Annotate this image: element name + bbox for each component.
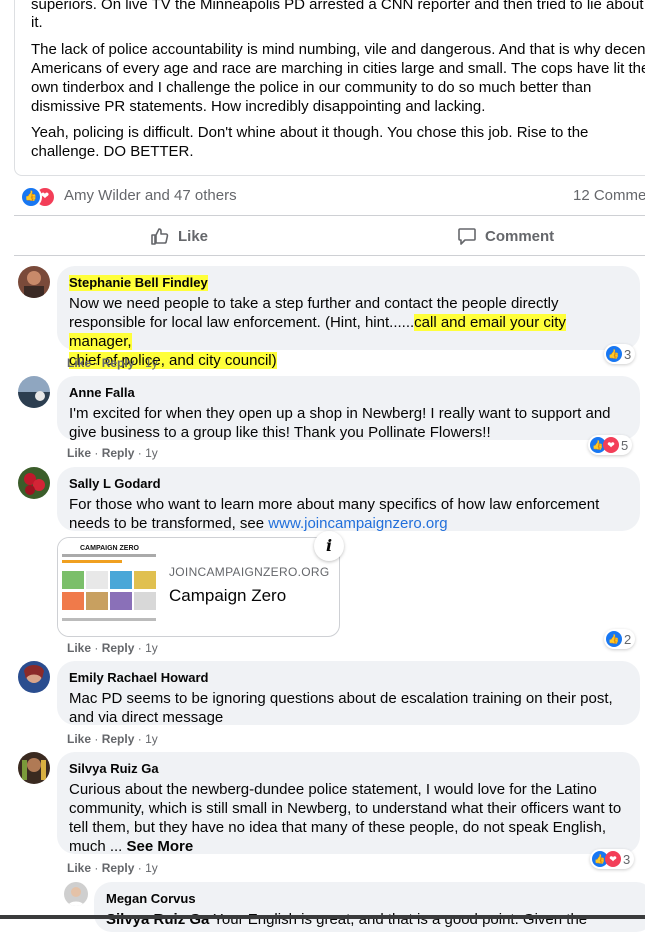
avatar[interactable]	[64, 882, 88, 906]
comment-like-link[interactable]: Like	[67, 732, 91, 746]
comment-line: community, which is still small in Newbe…	[69, 800, 622, 817]
divider	[14, 215, 645, 216]
comment-button[interactable]: Comment	[457, 218, 554, 254]
comment-bubble: Megan Corvus Silvya Ruiz Ga Your English…	[94, 882, 645, 932]
comment-text: Curious about the newberg-dundee police …	[69, 780, 628, 856]
link-preview-card[interactable]: CAMPAIGN ZERO JOINCAMPAIGNZERO.ORG Campa…	[57, 537, 340, 637]
comment-timestamp[interactable]: 1y	[145, 732, 158, 746]
comment-like-link[interactable]: Like	[67, 641, 91, 655]
comment-timestamp[interactable]: 1y	[145, 641, 158, 655]
comment-author[interactable]: Sally L Godard	[69, 476, 161, 492]
comment-bubble: Silvya Ruiz Ga Curious about the newberg…	[57, 752, 640, 856]
comment-line: Your English is great, and that is a goo…	[209, 911, 588, 928]
comment-reaction-count[interactable]: 👍 2	[604, 629, 636, 649]
reaction-icons: 👍 ❤	[20, 186, 60, 208]
avatar[interactable]	[18, 376, 50, 408]
comment-actions: Like · Reply · 1y	[67, 641, 158, 655]
comment-line: give business to a group like this! Than…	[69, 424, 491, 441]
love-reaction-icon: ❤	[605, 851, 621, 867]
comment-timestamp[interactable]: 1y	[145, 446, 158, 460]
comment-actions: Like · Reply · 1y	[67, 732, 158, 746]
see-more-link[interactable]: See More	[127, 838, 194, 855]
tagged-user[interactable]: Silvya Ruiz Ga	[106, 911, 209, 928]
comment-count[interactable]: 12 Comments	[573, 187, 645, 204]
comment-line: Curious about the newberg-dundee police …	[69, 781, 597, 798]
comment-line: needs to be transformed, see	[69, 515, 269, 532]
thumbs-up-icon	[151, 228, 169, 245]
comment-text: Silvya Ruiz Ga Your English is great, an…	[106, 910, 642, 929]
comment-reply-link[interactable]: Reply	[102, 861, 135, 875]
post-text-line: own tinderbox and I challenge the police…	[31, 79, 592, 96]
comment-author[interactable]: Anne Falla	[69, 385, 135, 401]
post-text-line: challenge. DO BETTER.	[31, 143, 194, 160]
comment-text: I'm excited for when they open up a shop…	[69, 404, 628, 442]
thumbnail-title: CAMPAIGN ZERO	[80, 545, 140, 552]
comment-like-link[interactable]: Like	[67, 356, 91, 370]
like-button[interactable]: Like	[150, 218, 208, 254]
avatar[interactable]	[18, 661, 50, 693]
comment-reaction-count[interactable]: 👍 3	[604, 344, 636, 364]
comment-line: much ...	[69, 838, 127, 855]
avatar[interactable]	[18, 467, 50, 499]
like-reaction-icon: 👍	[20, 186, 42, 208]
comment-actions: Like · Reply · 1y	[67, 356, 158, 370]
link-thumbnail: CAMPAIGN ZERO	[58, 538, 160, 636]
like-reaction-icon: 👍	[606, 346, 622, 362]
comment-line: tell them, but they have no idea that ma…	[69, 819, 607, 836]
post-text-line: Yeah, policing is difficult. Don't whine…	[31, 124, 589, 141]
comment-reaction-count[interactable]: 👍 ❤ 3	[590, 849, 635, 869]
comment-icon	[458, 228, 476, 245]
post-text-line: dismissive PR statements. How incredibly…	[31, 98, 486, 115]
comment-line: Now we need people to take a step furthe…	[69, 295, 559, 312]
bottom-edge-bar	[0, 915, 645, 919]
post-text-line: The lack of police accountability is min…	[31, 41, 645, 58]
info-icon[interactable]: i	[314, 531, 344, 561]
comment-bubble: Anne Falla I'm excited for when they ope…	[57, 376, 640, 442]
comment-like-link[interactable]: Like	[67, 861, 91, 875]
comment-line: and via direct message	[69, 709, 224, 726]
comment-reply-link[interactable]: Reply	[102, 446, 135, 460]
comment-actions: Like · Reply · 1y	[67, 446, 158, 460]
comment-reaction-count[interactable]: 👍 ❤ 5	[588, 435, 633, 455]
comment-bubble: Sally L Godard For those who want to lea…	[57, 467, 640, 533]
comment-text: For those who want to learn more about m…	[69, 495, 628, 533]
link-title: Campaign Zero	[169, 586, 287, 605]
link-domain: JOINCAMPAIGNZERO.ORG	[169, 565, 330, 579]
comment-link[interactable]: www.joincampaignzero.org	[268, 515, 447, 532]
comment-timestamp[interactable]: 1y	[145, 861, 158, 875]
post-text-line: it.	[31, 14, 43, 31]
love-reaction-icon: ❤	[603, 437, 619, 453]
reactions-summary[interactable]: 👍 ❤ Amy Wilder and 47 others 12 Comments	[20, 184, 645, 208]
comment-actions: Like · Reply · 1y	[67, 861, 158, 875]
divider	[14, 255, 645, 256]
like-label: Like	[178, 227, 209, 245]
comment-label: Comment	[485, 227, 555, 245]
comment-author[interactable]: Stephanie Bell Findley	[69, 275, 208, 291]
comment-reply-link[interactable]: Reply	[102, 732, 135, 746]
comment-reply-link[interactable]: Reply	[102, 641, 135, 655]
avatar[interactable]	[18, 266, 50, 298]
comment-line: For those who want to learn more about m…	[69, 496, 600, 513]
post-text-line: Americans of every age and race are marc…	[31, 60, 645, 77]
comment-timestamp[interactable]: 1y	[145, 356, 158, 370]
comment-bubble: Stephanie Bell Findley Now we need peopl…	[57, 266, 640, 369]
comment-author[interactable]: Emily Rachael Howard	[69, 670, 208, 686]
comment-line: responsible for local law enforcement. (…	[69, 314, 415, 331]
comment-author[interactable]: Megan Corvus	[106, 891, 196, 907]
comment-like-link[interactable]: Like	[67, 446, 91, 460]
comment-text: Mac PD seems to be ignoring questions ab…	[69, 689, 628, 727]
comment-line: I'm excited for when they open up a shop…	[69, 405, 611, 422]
reaction-names[interactable]: Amy Wilder and 47 others	[64, 187, 237, 204]
avatar[interactable]	[18, 752, 50, 784]
comment-author[interactable]: Silvya Ruiz Ga	[69, 761, 159, 777]
like-reaction-icon: 👍	[606, 631, 622, 647]
comment-reply-link[interactable]: Reply	[102, 356, 135, 370]
comment-bubble: Emily Rachael Howard Mac PD seems to be …	[57, 661, 640, 727]
comment-line: Mac PD seems to be ignoring questions ab…	[69, 690, 613, 707]
